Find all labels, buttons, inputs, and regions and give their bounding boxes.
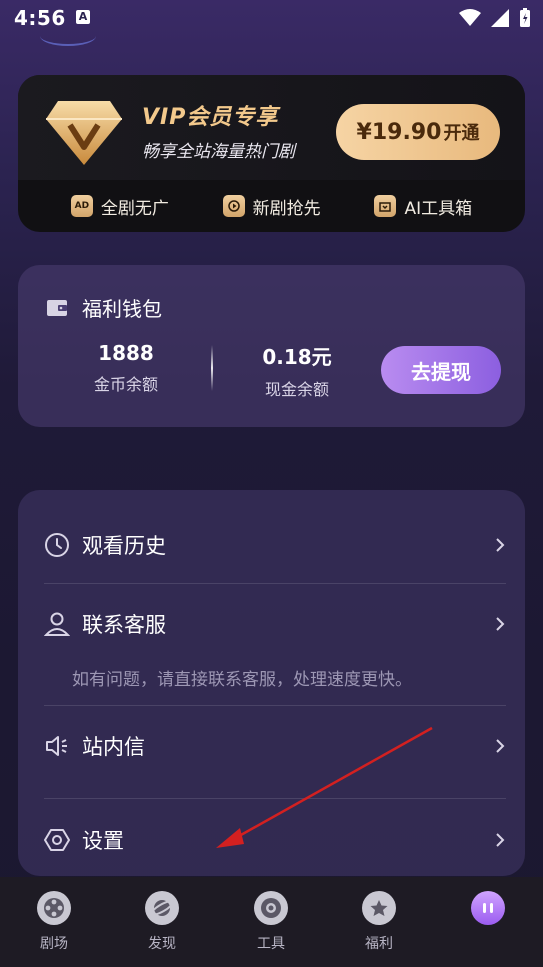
tab-theater[interactable]: 剧场: [14, 891, 94, 953]
menu-label-inbox: 站内信: [82, 735, 145, 759]
cash-value: 0.18元: [262, 345, 332, 369]
star-bag-icon: [362, 891, 396, 925]
bottom-tab-bar: 剧场 发现 工具 福利: [0, 877, 543, 967]
coins-stat: 1888 金币余额: [66, 341, 186, 395]
service-note: 如有问题，请直接联系客服，处理速度更快。: [72, 670, 412, 690]
cash-stat: 0.18元 现金余额: [237, 341, 357, 400]
feature-label: AI工具箱: [404, 198, 473, 219]
menu-label-history: 观看历史: [82, 534, 166, 558]
tab-tools[interactable]: 工具: [231, 891, 311, 953]
vip-features: AD 全剧无广 新剧抢先 AI工具箱: [18, 180, 525, 232]
notification-a-icon: A: [76, 10, 90, 24]
divider: [44, 705, 506, 706]
feature-no-ads: AD 全剧无广: [70, 194, 169, 219]
feature-label: 新剧抢先: [252, 198, 321, 219]
chevron-right-icon: [496, 617, 505, 631]
chevron-right-icon: [496, 739, 505, 753]
tab-profile[interactable]: [448, 891, 528, 925]
menu-item-settings[interactable]: 设置: [18, 810, 525, 870]
vip-open-label: 开通: [443, 123, 480, 144]
speaker-icon: [46, 736, 67, 756]
menu-label-settings: 设置: [82, 829, 124, 853]
toolbox-icon: [374, 195, 397, 217]
planet-icon: [145, 891, 179, 925]
withdraw-button[interactable]: 去提现: [381, 346, 501, 394]
tab-label: 发现: [148, 936, 176, 952]
status-icons: [459, 8, 531, 28]
play-icon: [222, 195, 245, 217]
wallet-card: 福利钱包 1888 金币余额 0.18元 现金余额 去提现: [18, 265, 525, 427]
settings-hexagon-icon: [44, 829, 70, 851]
tab-label: 剧场: [40, 936, 68, 952]
wallet-header: 福利钱包: [46, 293, 162, 322]
profile-mascot-icon: [471, 891, 505, 925]
vip-diamond-icon: [46, 101, 122, 165]
stat-divider: [211, 345, 213, 391]
tab-label: 福利: [365, 936, 393, 952]
tab-label: 工具: [257, 936, 285, 952]
divider: [44, 583, 506, 584]
tab-welfare[interactable]: 福利: [339, 891, 419, 953]
chevron-right-icon: [496, 538, 505, 552]
vip-price: ¥19.90: [356, 119, 442, 145]
ad-icon: AD: [70, 195, 93, 217]
vip-subtitle: 畅享全站海量热门剧: [142, 142, 295, 162]
vip-open-button[interactable]: ¥19.90 开通: [336, 104, 500, 160]
feature-label: 全剧无广: [100, 198, 169, 219]
menu-label-service: 联系客服: [82, 613, 166, 637]
divider: [44, 798, 506, 799]
menu-item-service[interactable]: 联系客服: [18, 594, 525, 654]
tab-discover[interactable]: 发现: [122, 891, 202, 953]
person-icon: [44, 612, 70, 636]
signal-icon: [491, 9, 509, 27]
status-bar: 4:56 A: [0, 0, 543, 46]
menu-item-history[interactable]: 观看历史: [18, 515, 525, 575]
film-reel-icon: [37, 891, 71, 925]
feature-ai-tools: AI工具箱: [374, 194, 472, 219]
cash-label: 现金余额: [264, 380, 329, 399]
feature-early-access: 新剧抢先: [222, 194, 321, 219]
coins-label: 金币余额: [93, 375, 158, 394]
wifi-icon: [459, 9, 481, 26]
menu-item-inbox[interactable]: 站内信: [18, 716, 525, 776]
wallet-title: 福利钱包: [82, 297, 162, 321]
wallet-icon: [47, 299, 67, 316]
vip-card[interactable]: VIP会员专享 畅享全站海量热门剧 ¥19.90 开通 AD 全剧无广 新剧抢先…: [18, 75, 525, 232]
menu-card: 观看历史 联系客服 如有问题，请直接联系客服，处理速度更快。 站内信 设置: [18, 490, 525, 876]
vip-title: VIP会员专享: [142, 105, 279, 130]
pull-indicator: [40, 26, 96, 46]
battery-icon: [520, 8, 530, 27]
aperture-icon: [254, 891, 288, 925]
chevron-right-icon: [496, 833, 505, 847]
clock-icon: [45, 533, 69, 557]
coins-value: 1888: [98, 341, 154, 365]
